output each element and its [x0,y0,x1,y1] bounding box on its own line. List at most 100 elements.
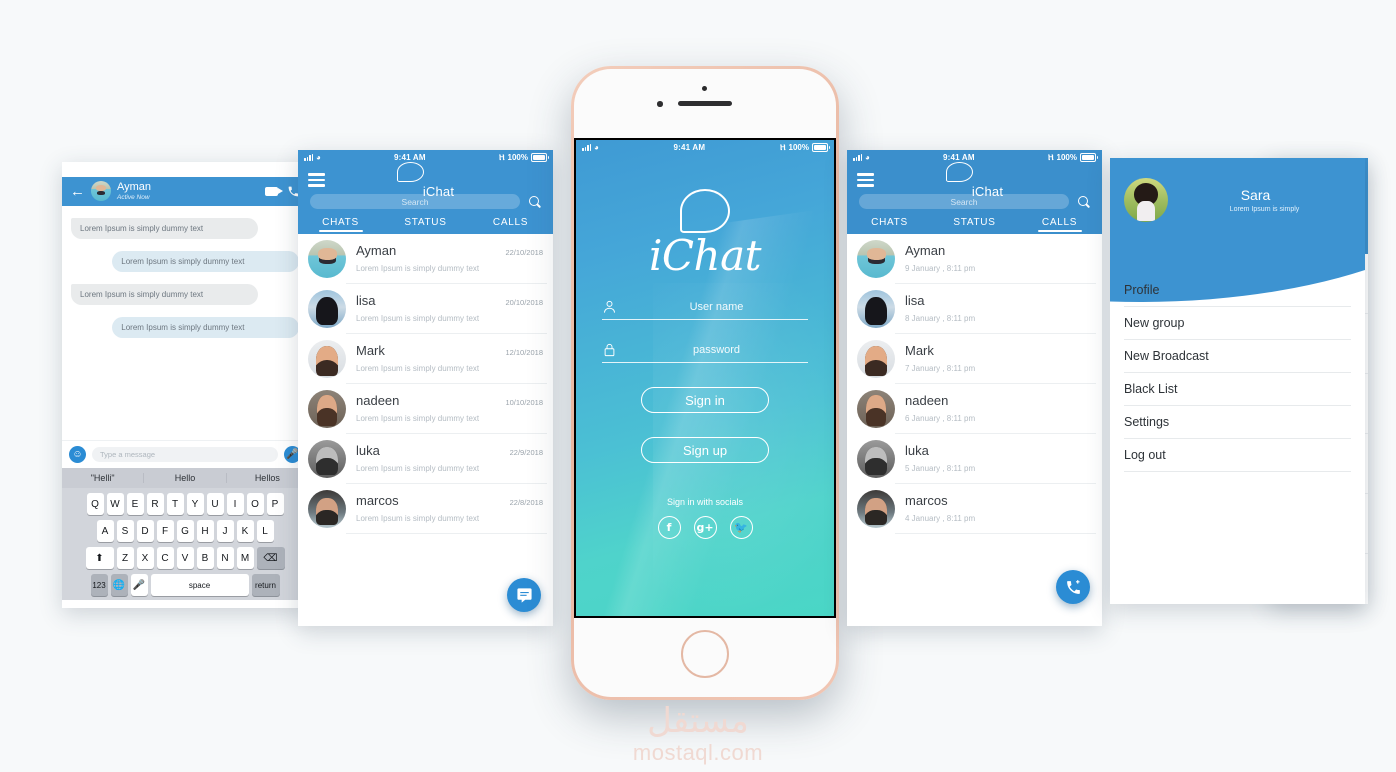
key[interactable]: X [136,547,154,569]
key[interactable]: D [136,520,154,542]
list-item-content: lisa 20/10/2018 Lorem Ipsum is simply du… [356,293,543,326]
call-time: 8 January , 8:11 pm [905,313,976,323]
sign-up-button[interactable]: Sign up [641,437,769,463]
status-bar: ◕ 9:41 AM Ⲏ 100% [298,150,553,165]
globe-icon[interactable]: 🌐 [110,574,128,596]
key[interactable]: R [146,493,164,515]
shift-icon[interactable]: ⬆ [85,547,114,569]
key[interactable]: W [106,493,124,515]
list-item[interactable]: marcos 4 January , 8:11 pm [847,484,1102,534]
on-screen-keyboard: "Helli" Hello Hellos Q W E R T Y U I O P… [62,468,308,600]
drawer-profile[interactable]: Sara Lorem Ipsum is simply [1110,158,1365,222]
list-item[interactable]: nadeen 10/10/2018 Lorem Ipsum is simply … [298,384,553,434]
key[interactable]: N [216,547,234,569]
emoji-icon[interactable]: ☺ [69,446,86,463]
menu-item-black-list[interactable]: Black List [1124,373,1351,406]
list-item-content: nadeen 10/10/2018 Lorem Ipsum is simply … [356,393,543,426]
search-icon[interactable] [529,195,541,208]
facebook-icon[interactable]: f [657,516,681,539]
list-item[interactable]: luka 5 January , 8:11 pm [847,434,1102,484]
list-item[interactable]: marcos 22/8/2018 Lorem Ipsum is simply d… [298,484,553,534]
list-item[interactable]: lisa 20/10/2018 Lorem Ipsum is simply du… [298,284,553,334]
home-button[interactable] [681,630,729,678]
key[interactable]: P [266,493,284,515]
list-item[interactable]: lisa 8 January , 8:11 pm [847,284,1102,334]
message-preview: Lorem Ipsum is simply dummy text [356,463,480,473]
backspace-icon[interactable]: ⌫ [256,547,285,569]
key[interactable]: I [226,493,244,515]
prediction-chip[interactable]: Hellos [227,473,308,483]
list-item[interactable]: nadeen 6 January , 8:11 pm [847,384,1102,434]
menu-item-log-out[interactable]: Log out [1124,439,1351,472]
key[interactable]: T [166,493,184,515]
message-date: 22/9/2018 [509,447,543,457]
key[interactable]: O [246,493,264,515]
space-key[interactable]: space [150,574,249,596]
new-call-icon[interactable] [1056,570,1090,604]
key[interactable]: F [156,520,174,542]
key[interactable]: S [116,520,134,542]
key[interactable]: U [206,493,224,515]
list-item[interactable]: Ayman 9 January , 8:11 pm [847,234,1102,284]
hamburger-menu-icon[interactable] [857,173,874,187]
list-item[interactable]: Mark 7 January , 8:11 pm [847,334,1102,384]
tab-calls[interactable]: CALLS [1017,213,1102,234]
app-logo: iChat [298,161,553,199]
menu-item-new-group[interactable]: New group [1124,307,1351,340]
keyboard-row-4: 123 🌐 🎤 space return [62,574,308,596]
key[interactable]: J [216,520,234,542]
tab-calls[interactable]: CALLS [468,213,553,234]
sign-in-button[interactable]: Sign in [641,387,769,413]
key[interactable]: V [176,547,194,569]
google-plus-icon[interactable]: g+ [693,516,717,539]
key[interactable]: K [236,520,254,542]
list-item-top: lisa [905,293,1092,308]
list-item[interactable]: Ayman 22/10/2018 Lorem Ipsum is simply d… [298,234,553,284]
password-input[interactable] [625,343,808,357]
key[interactable]: Y [186,493,204,515]
key[interactable]: E [126,493,144,515]
key[interactable]: M [236,547,254,569]
list-item-content: luka 5 January , 8:11 pm [905,443,1092,476]
tab-status[interactable]: STATUS [932,213,1017,234]
back-arrow-icon[interactable]: ← [70,184,85,199]
prediction-chip[interactable]: "Helli" [62,473,145,483]
tab-chats[interactable]: CHATS [298,213,383,234]
list-item-top: luka [905,443,1092,458]
header-row: iChat [847,161,1102,199]
search-input[interactable]: Search [859,194,1069,209]
list-item[interactable]: Mark 12/10/2018 Lorem Ipsum is simply du… [298,334,553,384]
video-camera-icon[interactable] [265,186,283,196]
menu-item-profile[interactable]: Profile [1124,274,1351,307]
menu-item-new-broadcast[interactable]: New Broadcast [1124,340,1351,373]
search-row: Search [298,193,553,213]
return-key[interactable]: return [251,574,280,596]
prediction-chip[interactable]: Hello [144,473,227,483]
menu-item-settings[interactable]: Settings [1124,406,1351,439]
username-input[interactable] [625,300,808,314]
list-item-top: Ayman 22/10/2018 [356,243,543,258]
message-input[interactable]: Type a message [92,447,278,462]
key[interactable]: B [196,547,214,569]
key[interactable]: Z [116,547,134,569]
numbers-key[interactable]: 123 [90,574,108,596]
list-item[interactable]: luka 22/9/2018 Lorem Ipsum is simply dum… [298,434,553,484]
username-field[interactable] [602,299,808,320]
microphone-icon[interactable]: 🎤 [130,574,148,596]
new-message-icon[interactable] [507,578,541,612]
key[interactable]: H [196,520,214,542]
search-input[interactable]: Search [310,194,520,209]
key[interactable]: L [256,520,274,542]
twitter-icon[interactable]: 🐦 [729,516,753,539]
app-header: ◕ 9:41 AM Ⲏ 100% iChat Search CHATS STAT… [298,150,553,234]
search-icon[interactable] [1078,195,1090,208]
password-field[interactable] [602,342,808,363]
hamburger-menu-icon[interactable] [308,173,325,187]
tab-status[interactable]: STATUS [383,213,468,234]
status-bar-right: Ⲏ 100% [254,165,304,175]
key[interactable]: A [96,520,114,542]
tab-chats[interactable]: CHATS [847,213,932,234]
key[interactable]: Q [86,493,104,515]
key[interactable]: G [176,520,194,542]
key[interactable]: C [156,547,174,569]
